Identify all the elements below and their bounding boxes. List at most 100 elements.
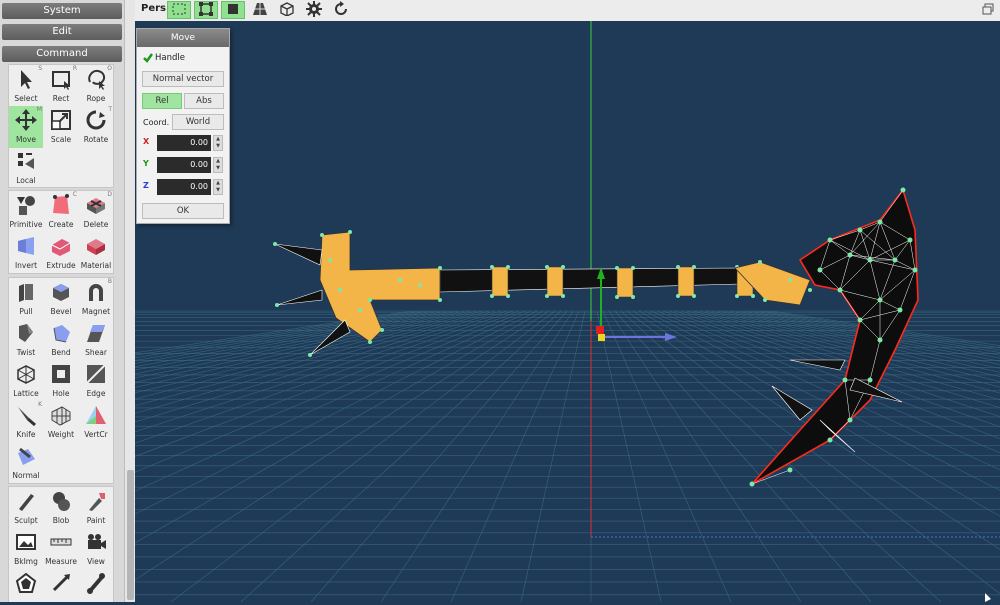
z-spinner[interactable]: ▲ ▼: [213, 179, 223, 195]
handle-checkbox[interactable]: Handle: [143, 53, 185, 66]
local-icon: [14, 149, 38, 173]
move-arrows-icon: [14, 108, 38, 132]
magnet-command[interactable]: B Magnet: [79, 278, 113, 320]
rect-select-icon: [49, 67, 73, 91]
x-field-row: X 0.00 ▲ ▼: [141, 135, 225, 151]
edit-header[interactable]: Edit: [2, 24, 122, 40]
pentagon-command[interactable]: [9, 569, 43, 602]
command-label: Paint: [86, 516, 106, 525]
lasso-icon: [84, 67, 108, 91]
invert-command[interactable]: Invert: [9, 232, 43, 274]
vertex-mode-button[interactable]: [194, 1, 218, 19]
scrollbar-thumb[interactable]: [127, 470, 134, 600]
rope-command[interactable]: O Rope: [79, 65, 113, 107]
y-input[interactable]: 0.00: [157, 157, 211, 173]
rect-command[interactable]: R Rect: [44, 65, 78, 107]
scale-command[interactable]: Scale: [44, 106, 78, 148]
scale-icon: [49, 108, 73, 132]
invert-icon: [14, 234, 38, 258]
normal-icon: [14, 444, 38, 468]
pull-command[interactable]: Pull: [9, 278, 43, 320]
settings-button[interactable]: [302, 0, 326, 20]
create-icon: [49, 193, 73, 217]
knife-command[interactable]: K Knife: [9, 401, 43, 443]
extrude-command[interactable]: Extrude: [44, 232, 78, 274]
viewport-toolbar: Pers: [135, 0, 1000, 22]
refresh-button[interactable]: [329, 0, 353, 20]
x-input[interactable]: 0.00: [157, 135, 211, 151]
ok-button[interactable]: OK: [142, 203, 224, 219]
vertex-mode-icon: [198, 1, 214, 19]
delete-command[interactable]: D Delete: [79, 191, 113, 233]
bend-command[interactable]: Bend: [44, 319, 78, 361]
paint-command[interactable]: Paint: [79, 487, 113, 529]
x-spinner[interactable]: ▲ ▼: [213, 135, 223, 151]
checkmark-icon: [143, 53, 154, 66]
create-command[interactable]: C Create: [44, 191, 78, 233]
command-label: Rope: [86, 94, 106, 103]
cube-icon: [279, 1, 295, 19]
command-group-deform: Pull Bevel B Magnet Twist Bend Shear Lat…: [8, 277, 114, 484]
primitive-command[interactable]: Primitive: [9, 191, 43, 233]
scene-canvas[interactable]: [0, 21, 1000, 603]
perspective-button[interactable]: [248, 1, 272, 19]
select-command[interactable]: S Select: [9, 65, 43, 107]
extrude-icon: [49, 234, 73, 258]
pentagon-icon: [14, 571, 38, 595]
select-mode-button[interactable]: [167, 1, 191, 19]
bend-icon: [49, 321, 73, 345]
local-command[interactable]: Local: [9, 147, 43, 189]
3d-viewport[interactable]: [0, 21, 1000, 603]
bevel-command[interactable]: Bevel: [44, 278, 78, 320]
bone-command[interactable]: [79, 569, 113, 602]
normal-vector-button[interactable]: Normal vector: [142, 71, 224, 87]
gear-icon: [306, 0, 322, 20]
command-label: Local: [16, 176, 36, 185]
hole-command[interactable]: Hole: [44, 360, 78, 402]
command-label: Magnet: [81, 307, 111, 316]
bone-icon: [84, 571, 108, 595]
blob-command[interactable]: Blob: [44, 487, 78, 529]
command-label: View: [87, 557, 105, 566]
face-mode-button[interactable]: [221, 1, 245, 19]
abs-button[interactable]: Abs: [184, 93, 224, 109]
material-command[interactable]: Material: [79, 232, 113, 274]
weight-command[interactable]: Weight: [44, 401, 78, 443]
move-command[interactable]: M Move: [9, 106, 43, 148]
vertcr-command[interactable]: VertCr: [79, 401, 113, 443]
lattice-icon: [14, 362, 38, 386]
view-mode-label[interactable]: Pers: [141, 3, 166, 14]
arrow-cursor-icon: [14, 67, 38, 91]
rel-button[interactable]: Rel: [142, 93, 182, 109]
y-field-row: Y 0.00 ▲ ▼: [141, 157, 225, 173]
z-input[interactable]: 0.00: [157, 179, 211, 195]
system-header[interactable]: System: [2, 3, 122, 19]
window-restore-icon[interactable]: [982, 3, 994, 15]
command-label: Normal: [12, 471, 40, 480]
refresh-icon: [333, 0, 349, 20]
command-group-select: S Select R Rect O Rope M Move Scale T Ro…: [8, 64, 114, 188]
select-mode-icon: [171, 2, 187, 19]
background-image-icon: [14, 530, 38, 554]
shear-command[interactable]: Shear: [79, 319, 113, 361]
command-header[interactable]: Command: [2, 46, 122, 62]
paint-icon: [84, 489, 108, 513]
rotate-command[interactable]: T Rotate: [79, 106, 113, 148]
coord-world-button[interactable]: World: [172, 114, 224, 130]
pull-icon: [14, 280, 38, 304]
normal-command[interactable]: Normal: [9, 442, 43, 484]
twist-command[interactable]: Twist: [9, 319, 43, 361]
sculpt-command[interactable]: Sculpt: [9, 487, 43, 529]
bevel-icon: [49, 280, 73, 304]
lattice-command[interactable]: Lattice: [9, 360, 43, 402]
x-label: X: [143, 137, 150, 146]
y-spinner[interactable]: ▲ ▼: [213, 157, 223, 173]
edge-command[interactable]: Edge: [79, 360, 113, 402]
command-label: VertCr: [84, 430, 108, 439]
measure-command[interactable]: Measure: [44, 528, 78, 570]
coord-label: Coord.: [143, 118, 170, 127]
cube-view-button[interactable]: [275, 1, 299, 19]
view-command[interactable]: View: [79, 528, 113, 570]
bkimg-command[interactable]: BkImg: [9, 528, 43, 570]
bone-arrows-command[interactable]: [44, 569, 78, 602]
